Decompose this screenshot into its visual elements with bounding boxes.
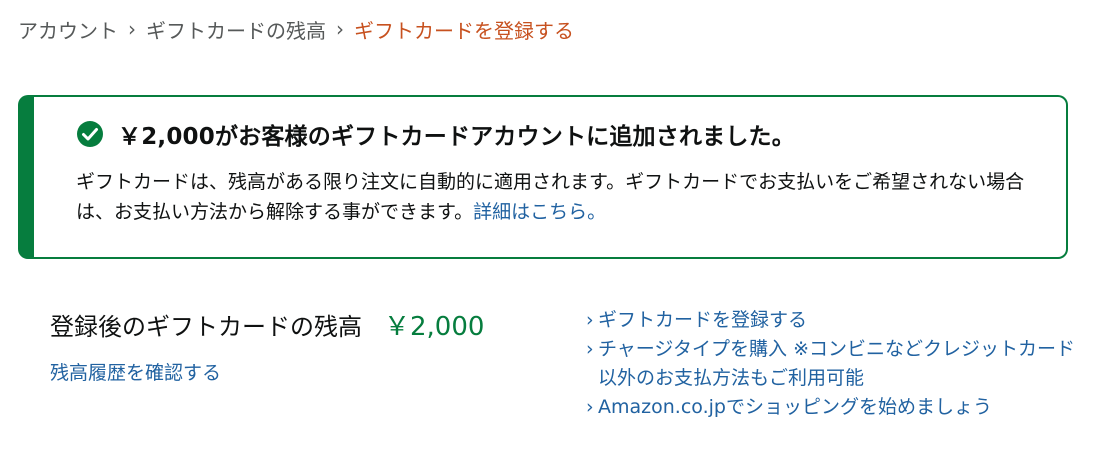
list-item: › ギフトカードを登録する bbox=[586, 306, 1091, 335]
balance-label: 登録後のギフトカードの残高 bbox=[50, 313, 362, 341]
chevron-right-icon: › bbox=[586, 396, 594, 418]
balance-amount: ￥2,000 bbox=[384, 312, 485, 342]
balance-history-link[interactable]: 残高履歴を確認する bbox=[50, 358, 221, 385]
related-links: › ギフトカードを登録する › チャージタイプを購入 ※コンビニなどクレジットカ… bbox=[586, 306, 1091, 422]
register-giftcard-link[interactable]: ギフトカードを登録する bbox=[598, 309, 807, 331]
chevron-right-icon: › bbox=[586, 309, 594, 331]
chevron-right-icon: › bbox=[586, 338, 594, 360]
details-link[interactable]: 詳細はこちら。 bbox=[473, 201, 606, 223]
alert-body: ギフトカードは、残高がある限り注文に自動的に適用されます。ギフトカードでお支払い… bbox=[76, 167, 1061, 227]
breadcrumb-item-current: ギフトカードを登録する bbox=[354, 18, 574, 43]
check-circle-icon bbox=[76, 120, 104, 148]
balance-summary: 登録後のギフトカードの残高 ￥2,000 bbox=[50, 306, 484, 343]
list-item: › チャージタイプを購入 ※コンビニなどクレジットカード以外のお支払方法もご利用… bbox=[586, 335, 1091, 393]
buy-charge-type-link[interactable]: チャージタイプを購入 ※コンビニなどクレジットカード以外のお支払方法もご利用可能 bbox=[598, 338, 1075, 389]
alert-title: ￥2,000がお客様のギフトカードアカウントに追加されました。 bbox=[118, 124, 795, 150]
breadcrumb-item-giftcard-balance[interactable]: ギフトカードの残高 bbox=[146, 15, 326, 44]
success-alert: ￥2,000がお客様のギフトカードアカウントに追加されました。 ギフトカードは、… bbox=[18, 95, 1068, 259]
alert-heading: ￥2,000がお客様のギフトカードアカウントに追加されました。 bbox=[76, 117, 795, 151]
breadcrumb-item-account[interactable]: アカウント bbox=[18, 15, 118, 44]
breadcrumb: アカウント › ギフトカードの残高 › ギフトカードを登録する bbox=[18, 14, 574, 44]
list-item: › Amazon.co.jpでショッピングを始めましょう bbox=[586, 393, 1091, 422]
breadcrumb-separator: › bbox=[128, 17, 136, 41]
breadcrumb-separator: › bbox=[336, 17, 344, 41]
start-shopping-link[interactable]: Amazon.co.jpでショッピングを始めましょう bbox=[598, 396, 992, 418]
